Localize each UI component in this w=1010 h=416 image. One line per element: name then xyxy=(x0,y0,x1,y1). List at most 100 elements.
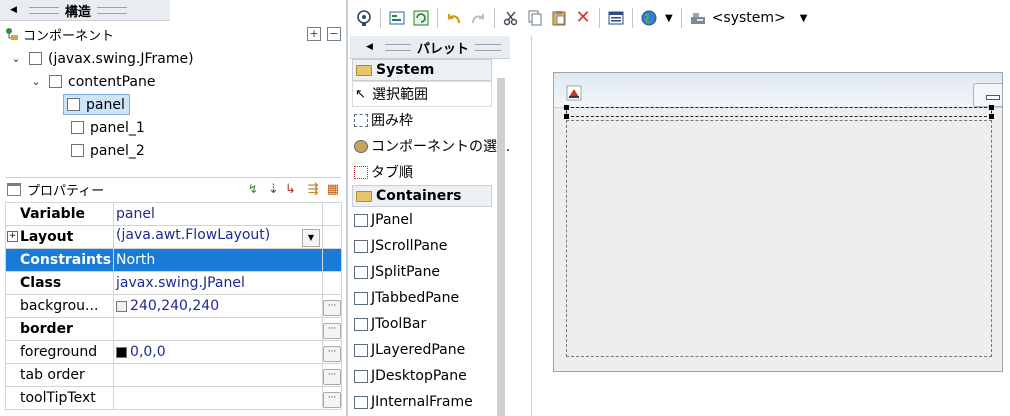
expand-all-icon[interactable]: + xyxy=(307,27,321,41)
tree-node-panel-2[interactable]: panel_2 xyxy=(5,139,341,162)
property-name-text: Class xyxy=(20,275,62,291)
property-value[interactable]: javax.swing.JPanel xyxy=(113,271,323,295)
resize-handle[interactable] xyxy=(564,114,569,119)
property-value[interactable] xyxy=(113,386,323,410)
grip-icon[interactable] xyxy=(474,43,501,51)
palette-item[interactable]: JInternalFrame xyxy=(352,389,492,415)
component-icon xyxy=(354,317,368,331)
property-name: foreground xyxy=(4,340,115,364)
property-row[interactable]: tab order ··· xyxy=(4,363,342,387)
property-row[interactable]: Variable panel xyxy=(4,202,342,226)
paste-icon[interactable] xyxy=(550,9,568,27)
property-value[interactable]: 0,0,0 xyxy=(113,340,323,364)
locale-dropdown-arrow[interactable]: ▼ xyxy=(665,13,673,24)
restore-default-icon[interactable]: ▦ xyxy=(327,182,339,197)
property-value-text: 0,0,0 xyxy=(130,344,166,360)
chevron-down-icon[interactable]: ⌄ xyxy=(29,75,43,88)
property-button-cell xyxy=(322,271,342,295)
refresh-icon[interactable] xyxy=(412,9,430,27)
resize-handle[interactable] xyxy=(989,105,994,110)
property-value[interactable]: North xyxy=(113,248,323,272)
palette-item[interactable]: JLayeredPane xyxy=(352,337,492,363)
edit-button[interactable]: ··· xyxy=(323,369,341,385)
property-value[interactable] xyxy=(113,317,323,341)
resize-handle[interactable] xyxy=(564,105,569,110)
properties-view-icon[interactable] xyxy=(607,9,625,27)
collapse-left-icon[interactable]: ◀ xyxy=(10,5,17,15)
tree-node-jframe[interactable]: ⌄ (javax.swing.JFrame) xyxy=(5,47,341,70)
look-and-feel-label[interactable]: <system> xyxy=(712,10,786,26)
tree-node-panel-1[interactable]: panel_1 xyxy=(5,116,341,139)
look-and-feel-dropdown-arrow[interactable]: ▼ xyxy=(800,13,808,24)
property-value[interactable]: 240,240,240 xyxy=(113,294,323,318)
undo-icon[interactable] xyxy=(445,9,463,27)
palette-item[interactable]: タブ順 xyxy=(352,159,492,185)
grip-icon[interactable] xyxy=(28,6,59,14)
property-value[interactable]: (java.awt.FlowLayout) ▼ xyxy=(113,225,323,249)
property-row[interactable]: border ··· xyxy=(4,317,342,341)
source-view-icon[interactable] xyxy=(388,9,406,27)
edit-button[interactable]: ··· xyxy=(323,323,341,339)
palette-category[interactable]: Containers xyxy=(352,185,492,207)
palette-item[interactable]: ↖ 選択範囲 xyxy=(352,81,492,107)
panel-icon xyxy=(71,121,84,134)
property-row[interactable]: foreground 0,0,0 ··· xyxy=(4,340,342,364)
grip-icon[interactable] xyxy=(96,6,127,14)
expand-plus-icon[interactable]: + xyxy=(7,231,18,242)
edit-button[interactable]: ··· xyxy=(323,346,341,362)
chevron-down-icon[interactable]: ⌄ xyxy=(9,52,23,65)
properties-title: プロパティー xyxy=(27,183,105,199)
palette-category[interactable]: System xyxy=(352,59,492,81)
tree-node-contentpane[interactable]: ⌄ contentPane xyxy=(5,70,341,93)
delete-icon[interactable]: ✕ xyxy=(574,9,592,27)
palette-scrollbar[interactable] xyxy=(497,78,505,416)
goto-definition-icon[interactable]: ⇣ xyxy=(268,182,279,197)
tree-label: contentPane xyxy=(68,73,156,90)
property-row[interactable]: Class javax.swing.JPanel xyxy=(4,271,342,295)
folder-icon xyxy=(356,64,372,76)
tree-node-panel[interactable]: panel xyxy=(5,93,341,116)
components-title: コンポーネント xyxy=(23,28,115,44)
copy-icon[interactable] xyxy=(526,9,544,27)
property-row[interactable]: toolTipText ··· xyxy=(4,386,342,410)
panel-icon xyxy=(67,98,80,111)
look-and-feel-icon[interactable] xyxy=(689,9,707,27)
palette-item[interactable]: JScrollPane xyxy=(352,233,492,259)
collapse-palette-icon[interactable]: ◀ xyxy=(366,42,373,52)
test-preview-icon[interactable] xyxy=(355,9,373,27)
redo-icon[interactable] xyxy=(469,9,487,27)
edit-button[interactable]: ··· xyxy=(323,392,341,408)
palette-item[interactable]: コンポーネントの選... xyxy=(352,133,510,159)
property-row[interactable]: + Layout (java.awt.FlowLayout) ▼ xyxy=(4,225,342,249)
property-value[interactable]: panel xyxy=(113,202,323,226)
palette-item[interactable]: 囲み枠 xyxy=(352,107,492,133)
main-toolbar: ✕ ▼ <system> ▼ xyxy=(347,0,1010,416)
palette-item[interactable]: JDesktopPane xyxy=(352,363,492,389)
toolbar-separator xyxy=(680,8,682,28)
grip-icon[interactable] xyxy=(384,43,411,51)
resize-handle[interactable] xyxy=(989,114,994,119)
convert-variable-icon[interactable]: ↳ xyxy=(285,182,296,197)
property-row[interactable]: backgrou... 240,240,240 ··· xyxy=(4,294,342,318)
cut-icon[interactable] xyxy=(502,9,520,27)
property-name-text: backgrou... xyxy=(20,298,99,314)
dropdown-button[interactable]: ▼ xyxy=(302,229,320,247)
component-tree: ⌄ (javax.swing.JFrame) ⌄ contentPane pan… xyxy=(5,47,341,169)
collapse-all-icon[interactable]: − xyxy=(327,27,341,41)
globe-icon[interactable] xyxy=(640,9,658,27)
palette-item[interactable]: JTabbedPane xyxy=(352,285,492,311)
palette-item[interactable]: JPanel xyxy=(352,207,492,233)
components-header: コンポーネント + − xyxy=(5,24,341,44)
content-pane-outline[interactable] xyxy=(566,120,992,357)
edit-button[interactable]: ··· xyxy=(323,300,341,316)
palette-item[interactable]: JToolBar xyxy=(352,311,492,337)
palette-item[interactable]: JSplitPane xyxy=(352,259,492,285)
show-advanced-icon[interactable]: ⇶ xyxy=(308,182,319,197)
palette-item-label: コンポーネントの選... xyxy=(371,139,511,155)
property-value[interactable] xyxy=(113,363,323,387)
show-events-icon[interactable]: ↯ xyxy=(248,182,258,196)
selected-panel-north[interactable] xyxy=(564,105,994,119)
property-name: backgrou... xyxy=(4,294,115,318)
minimize-button[interactable] xyxy=(973,83,1002,107)
property-row[interactable]: Constraints North xyxy=(4,248,342,272)
